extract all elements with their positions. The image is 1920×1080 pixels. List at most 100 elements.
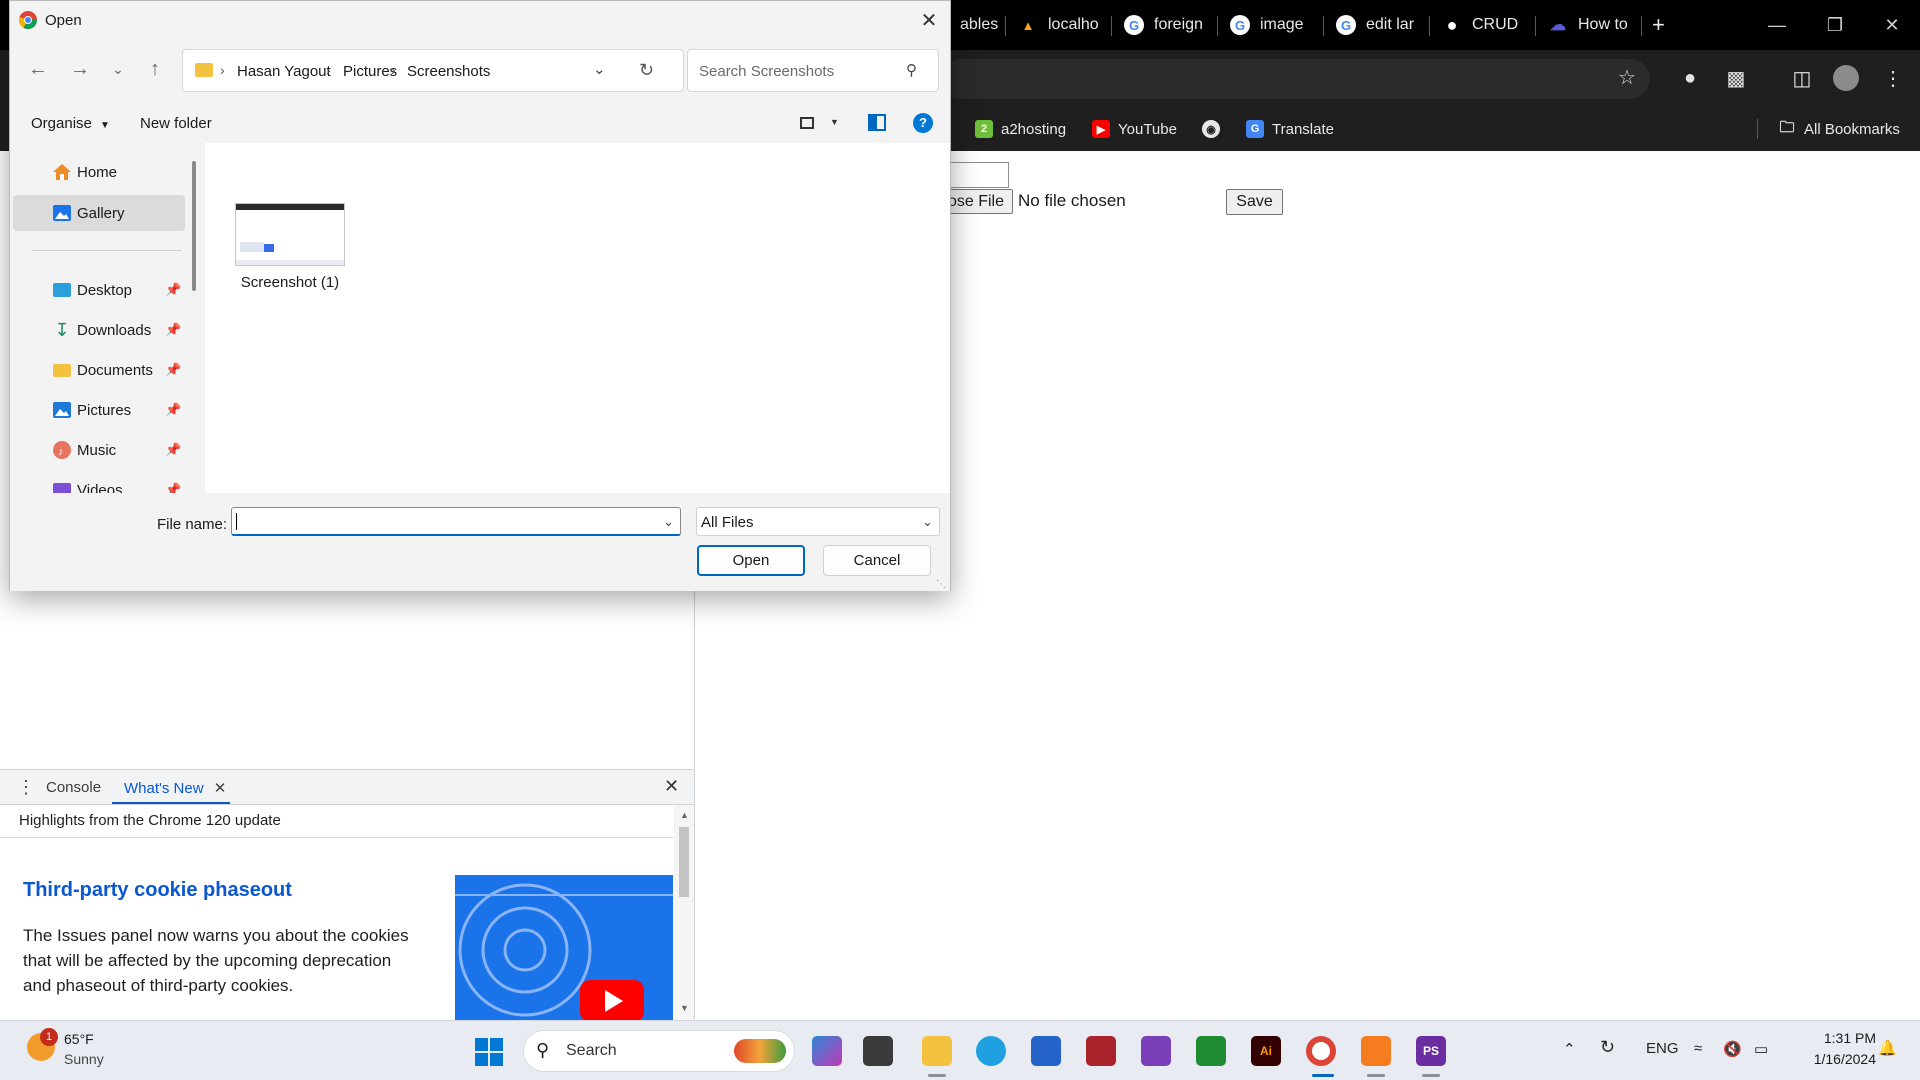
scrollbar-thumb[interactable] <box>192 161 196 291</box>
bookmark-globe[interactable]: ◉ <box>1202 117 1228 141</box>
bookmark-translate[interactable]: G Translate <box>1246 117 1334 141</box>
side-panel-icon[interactable]: ◫ <box>1789 65 1815 91</box>
search-input[interactable]: Search Screenshots ⚲ <box>687 49 939 92</box>
wifi-icon[interactable]: ≈ <box>1694 1040 1702 1057</box>
refresh-icon[interactable]: ↻ <box>639 60 654 81</box>
nav-item-gallery[interactable]: Gallery <box>13 195 185 231</box>
browser-tab[interactable]: ▲ localho <box>1018 8 1108 42</box>
pin-icon[interactable]: 📌 <box>165 402 181 418</box>
proton-vpn-icon[interactable] <box>1141 1036 1171 1066</box>
tab-console[interactable]: Console <box>46 779 101 796</box>
save-button[interactable]: Save <box>1226 189 1283 215</box>
clock-time[interactable]: 1:31 PM <box>1796 1030 1876 1046</box>
file-type-select[interactable]: All Files ⌄ <box>696 507 940 536</box>
taskbar-search[interactable]: ⚲ Search <box>523 1030 795 1072</box>
volume-muted-icon[interactable]: 🔇 <box>1723 1040 1742 1058</box>
nav-item-desktop[interactable]: Desktop 📌 <box>10 272 190 308</box>
new-tab-button[interactable]: + <box>1652 8 1678 42</box>
nav-item-music[interactable]: ♪ Music 📌 <box>10 432 190 468</box>
nav-item-videos[interactable]: Videos 📌 <box>10 472 190 493</box>
edge-icon[interactable] <box>976 1036 1006 1066</box>
dialog-titlebar[interactable]: Open ✕ <box>10 1 950 39</box>
nav-item-home[interactable]: Home <box>10 154 190 190</box>
bookmark-youtube[interactable]: ▶ YouTube <box>1092 117 1177 141</box>
file-explorer-icon[interactable] <box>922 1036 952 1066</box>
pin-icon[interactable]: 📌 <box>165 282 181 298</box>
scrollbar-thumb[interactable] <box>679 827 689 897</box>
help-icon[interactable]: ? <box>913 113 933 133</box>
browser-tab[interactable]: ☁ How to <box>1548 8 1638 42</box>
battery-icon[interactable]: ▭ <box>1754 1040 1768 1058</box>
sync-icon[interactable]: ↻ <box>1600 1037 1615 1058</box>
language-indicator[interactable]: ENG <box>1646 1040 1679 1057</box>
drawer-menu-icon[interactable]: ⋮ <box>17 777 35 798</box>
new-folder-button[interactable]: New folder <box>140 115 212 132</box>
back-arrow-icon[interactable]: ← <box>25 56 51 82</box>
browser-tab[interactable]: ables <box>960 8 1010 42</box>
xampp-icon[interactable] <box>1361 1036 1391 1066</box>
feature-heading[interactable]: Third-party cookie phaseout <box>23 879 292 902</box>
resize-grip-icon[interactable]: ⋱ <box>936 579 946 590</box>
browser-tab[interactable]: ● CRUD <box>1442 8 1532 42</box>
address-dropdown-chevron-icon[interactable]: ⌄ <box>593 60 606 78</box>
scroll-down-icon[interactable]: ▼ <box>680 1003 689 1013</box>
close-tab-icon[interactable]: ✕ <box>214 780 227 797</box>
chevron-down-icon[interactable]: ⌄ <box>663 514 674 530</box>
nav-item-downloads[interactable]: ↧ Downloads 📌 <box>10 312 190 348</box>
store-icon[interactable] <box>1031 1036 1061 1066</box>
preview-pane-icon[interactable] <box>868 114 886 131</box>
profile-avatar-icon[interactable] <box>1833 65 1859 91</box>
tab-whats-new[interactable]: What's New ✕ <box>124 779 226 797</box>
close-icon[interactable]: ✕ <box>914 7 944 33</box>
task-view-icon[interactable] <box>863 1036 893 1066</box>
window-close-icon[interactable]: ✕ <box>1872 10 1912 40</box>
xbox-icon[interactable] <box>1196 1036 1226 1066</box>
file-name-input[interactable]: ⌄ <box>231 507 681 536</box>
address-bar[interactable] <box>940 59 1650 99</box>
illustrator-icon[interactable]: Ai <box>1251 1036 1281 1066</box>
breadcrumb-item[interactable]: Hasan Yagout <box>237 63 331 80</box>
close-drawer-icon[interactable]: ✕ <box>664 776 679 797</box>
tray-overflow-chevron-icon[interactable]: ⌃ <box>1563 1040 1576 1058</box>
forward-arrow-icon[interactable]: → <box>67 56 93 82</box>
extensions-icon[interactable]: ▩ <box>1723 65 1749 91</box>
nav-item-documents[interactable]: Documents 📌 <box>10 352 190 388</box>
view-chevron-icon[interactable]: ▼ <box>830 117 839 127</box>
view-options-icon[interactable] <box>800 117 814 129</box>
browser-tab[interactable]: G foreign <box>1124 8 1216 42</box>
browser-tab[interactable]: G edit lar <box>1336 8 1426 42</box>
recent-locations-chevron-icon[interactable]: ⌄ <box>105 56 131 82</box>
weather-temperature[interactable]: 65°F <box>64 1031 94 1047</box>
nav-item-pictures[interactable]: Pictures 📌 <box>10 392 190 428</box>
breadcrumb[interactable]: › Hasan Yagout › Pictures › Screenshots … <box>182 49 684 92</box>
scrollbar[interactable]: ▲ ▼ <box>674 805 694 1020</box>
clock-date[interactable]: 1/16/2024 <box>1796 1051 1876 1067</box>
bookmark-star-icon[interactable]: ☆ <box>1614 64 1640 90</box>
menu-kebab-icon[interactable]: ⋮ <box>1880 65 1906 91</box>
notification-bell-icon[interactable]: 🔔 <box>1878 1039 1897 1057</box>
mysql-workbench-icon[interactable] <box>1086 1036 1116 1066</box>
chrome-taskbar-icon[interactable] <box>1306 1036 1336 1066</box>
restore-icon[interactable]: ❐ <box>1815 10 1855 40</box>
feature-video-thumbnail[interactable] <box>455 875 673 1020</box>
extension-pin-icon[interactable]: ● <box>1677 65 1703 91</box>
minimize-icon[interactable]: — <box>1757 10 1797 40</box>
pin-icon[interactable]: 📌 <box>165 362 181 378</box>
breadcrumb-item[interactable]: Screenshots <box>407 63 490 80</box>
up-arrow-icon[interactable]: ↑ <box>142 56 168 82</box>
file-item[interactable]: Screenshot (1) <box>220 198 360 306</box>
text-input[interactable] <box>950 162 1009 188</box>
pin-icon[interactable]: 📌 <box>165 442 181 458</box>
breadcrumb-item[interactable]: Pictures <box>343 63 397 80</box>
open-button[interactable]: Open <box>697 545 805 576</box>
pin-icon[interactable]: 📌 <box>165 322 181 338</box>
scroll-up-icon[interactable]: ▲ <box>680 810 689 820</box>
all-bookmarks-button[interactable]: 🗀 All Bookmarks <box>1778 117 1899 141</box>
pin-icon[interactable]: 📌 <box>165 482 181 493</box>
browser-tab[interactable]: G image <box>1230 8 1320 42</box>
bookmark-a2hosting[interactable]: 2 a2hosting <box>975 117 1066 141</box>
organise-button[interactable]: Organise ▼ <box>31 115 110 132</box>
cancel-button[interactable]: Cancel <box>823 545 931 576</box>
windows-start-icon[interactable] <box>475 1038 503 1066</box>
phpstorm-icon[interactable]: PS <box>1416 1036 1446 1066</box>
